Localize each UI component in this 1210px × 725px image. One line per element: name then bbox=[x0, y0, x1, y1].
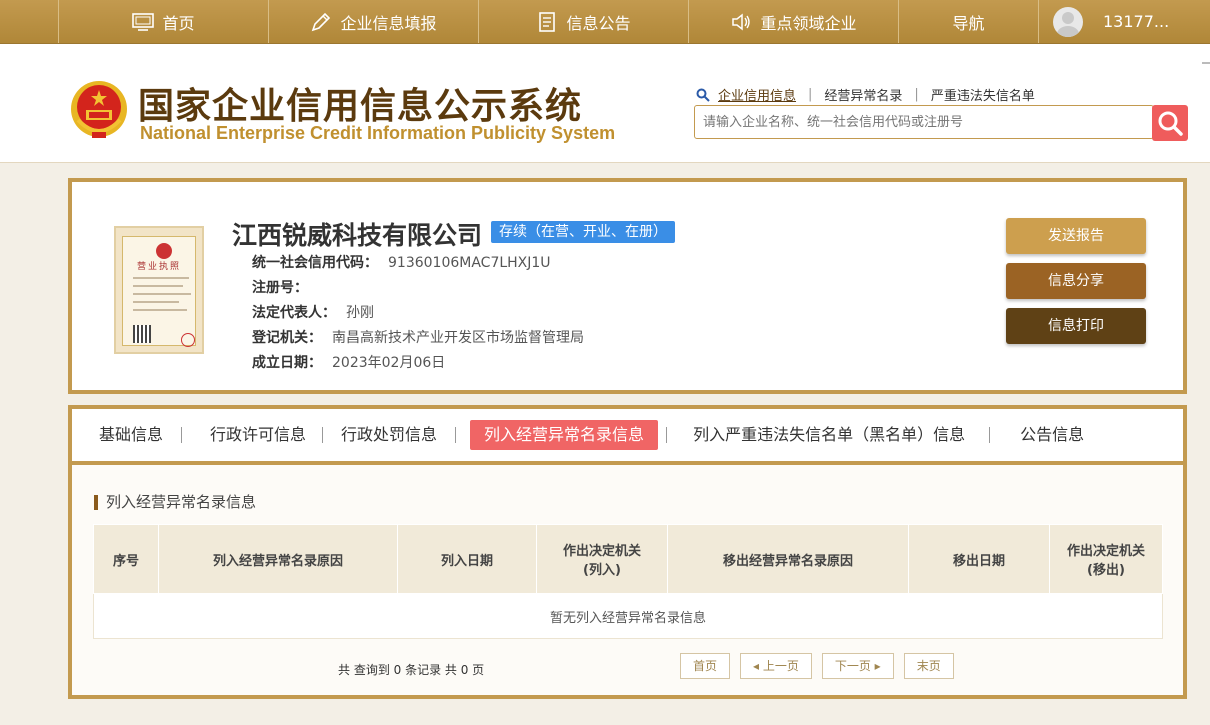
company-fields: 统一社会信用代码： 91360106MAC7LHXJ1U 注册号： 法定代表人：… bbox=[252, 251, 584, 376]
col-remove-date: 移出日期 bbox=[908, 524, 1050, 594]
avatar bbox=[1053, 6, 1083, 37]
user-name: 13177... bbox=[1103, 12, 1170, 31]
link-blacklist[interactable]: 严重违法失信名单 bbox=[931, 85, 1035, 104]
col-list-reason: 列入经营异常名录原因 bbox=[158, 524, 398, 594]
nav-guide-label: 导航 bbox=[952, 13, 985, 33]
license-line bbox=[133, 301, 179, 303]
table-row: 暂无列入经营异常名录信息 bbox=[93, 593, 1163, 639]
field-credit-code: 统一社会信用代码： 91360106MAC7LHXJ1U bbox=[252, 251, 584, 276]
nav-enterprise-fill-label: 企业信息填报 bbox=[340, 13, 437, 33]
col-list-date: 列入日期 bbox=[397, 524, 537, 594]
field-label: 注册号： bbox=[252, 280, 308, 296]
license-line bbox=[133, 277, 189, 279]
top-nav: 首页 企业信息填报 信息公告 重点领域企业 导航 13177... bbox=[0, 0, 1210, 44]
search-icon bbox=[1158, 111, 1183, 136]
field-value: 南昌高新技术产业开发区市场监督管理局 bbox=[332, 330, 584, 346]
tab-divider bbox=[455, 427, 457, 443]
nav-home[interactable]: 首页 bbox=[59, 0, 269, 43]
abnormal-list-table: 序号 列入经营异常名录原因 列入日期 作出决定机关 (列入) 移出经营异常名录原… bbox=[93, 524, 1163, 639]
search-button[interactable] bbox=[1152, 105, 1188, 141]
tab-bar: 基础信息 行政许可信息 行政处罚信息 列入经营异常名录信息 列入严重违法失信名单… bbox=[72, 409, 1183, 465]
tab-basic-info[interactable]: 基础信息 bbox=[85, 420, 177, 450]
nav-key-sectors-label: 重点领域企业 bbox=[760, 13, 857, 33]
document-icon bbox=[536, 11, 558, 33]
site-title-cn: 国家企业信用信息公示系统 bbox=[138, 86, 583, 127]
nav-spacer bbox=[0, 0, 59, 43]
decorative-mark bbox=[1202, 62, 1210, 64]
divider: | bbox=[808, 87, 813, 102]
field-value: 91360106MAC7LHXJ1U bbox=[388, 255, 551, 271]
field-label: 成立日期： bbox=[252, 355, 322, 371]
link-credit-info[interactable]: 企业信用信息 bbox=[718, 85, 796, 104]
seal-icon bbox=[181, 333, 195, 347]
license-line bbox=[133, 309, 187, 311]
col-list-authority: 作出决定机关 (列入) bbox=[536, 524, 668, 594]
field-label: 法定代表人： bbox=[252, 305, 336, 321]
license-frame: 营业执照 bbox=[122, 236, 196, 347]
license-line bbox=[133, 293, 191, 295]
national-emblem-icon bbox=[70, 80, 128, 142]
tab-panel: 列入经营异常名录信息 序号 列入经营异常名录原因 列入日期 作出决定机关 (列入… bbox=[72, 465, 1183, 695]
nav-announcement-label: 信息公告 bbox=[566, 13, 631, 33]
company-card: 营业执照 江西锐威科技有限公司 存续（在营、开业、在册） 统一社会信用代码： 9… bbox=[68, 178, 1187, 394]
tab-announcements[interactable]: 公告信息 bbox=[1006, 420, 1098, 450]
prev-page-button[interactable]: ◂ 上一页 bbox=[740, 653, 812, 679]
field-label: 统一社会信用代码： bbox=[252, 255, 378, 271]
field-value: 2023年02月06日 bbox=[332, 355, 446, 371]
business-license-image[interactable]: 营业执照 bbox=[114, 226, 204, 354]
license-emblem-icon bbox=[156, 243, 172, 259]
user-menu[interactable]: 13177... bbox=[1039, 0, 1169, 43]
first-page-button[interactable]: 首页 bbox=[680, 653, 731, 679]
send-report-button[interactable]: 发送报告 bbox=[1006, 218, 1146, 254]
tab-divider bbox=[989, 427, 991, 443]
speaker-icon bbox=[730, 11, 752, 33]
info-panel: 基础信息 行政许可信息 行政处罚信息 列入经营异常名录信息 列入严重违法失信名单… bbox=[68, 405, 1187, 699]
col-remove-authority: 作出决定机关 (移出) bbox=[1049, 524, 1163, 594]
nav-enterprise-fill[interactable]: 企业信息填报 bbox=[269, 0, 479, 43]
qr-code-icon bbox=[133, 325, 151, 343]
quick-links: 企业信用信息 | 经营异常名录 | 严重违法失信名单 bbox=[696, 85, 1035, 104]
table-header-row: 序号 列入经营异常名录原因 列入日期 作出决定机关 (列入) 移出经营异常名录原… bbox=[93, 524, 1163, 594]
last-page-button[interactable]: 末页 bbox=[903, 653, 954, 679]
search-small-icon bbox=[696, 88, 710, 102]
tab-divider bbox=[322, 427, 324, 443]
field-reg-number: 注册号： bbox=[252, 276, 584, 301]
company-name: 江西锐威科技有限公司 bbox=[232, 221, 483, 250]
field-label: 登记机关： bbox=[252, 330, 322, 346]
nav-home-label: 首页 bbox=[162, 13, 195, 33]
tab-admin-penalty[interactable]: 行政处罚信息 bbox=[327, 420, 451, 450]
field-legal-rep: 法定代表人： 孙刚 bbox=[252, 301, 584, 326]
link-abnormal-list[interactable]: 经营异常名录 bbox=[824, 85, 902, 104]
section-title: 列入经营异常名录信息 bbox=[94, 495, 256, 510]
tab-divider bbox=[666, 427, 668, 443]
pagination: 首页 ◂ 上一页 下一页 ▸ 末页 bbox=[680, 653, 964, 679]
site-title-en: National Enterprise Credit Information P… bbox=[140, 123, 616, 143]
monitor-icon bbox=[132, 11, 155, 33]
field-value: 孙刚 bbox=[346, 305, 374, 321]
empty-message: 暂无列入经营异常名录信息 bbox=[93, 593, 1163, 639]
edit-icon bbox=[310, 11, 332, 33]
site-header: 国家企业信用信息公示系统 National Enterprise Credit … bbox=[0, 44, 1210, 163]
divider: | bbox=[914, 87, 919, 102]
search-input[interactable] bbox=[694, 105, 1154, 139]
page-info: 共 查询到 0 条记录 共 0 页 bbox=[338, 663, 485, 677]
nav-guide[interactable]: 导航 bbox=[899, 0, 1039, 43]
share-info-button[interactable]: 信息分享 bbox=[1006, 263, 1146, 299]
print-info-button[interactable]: 信息打印 bbox=[1006, 308, 1146, 344]
tab-blacklist[interactable]: 列入严重违法失信名单（黑名单）信息 bbox=[679, 420, 979, 450]
next-page-button[interactable]: 下一页 ▸ bbox=[821, 653, 894, 679]
license-title: 营业执照 bbox=[137, 262, 182, 272]
field-reg-authority: 登记机关： 南昌高新技术产业开发区市场监督管理局 bbox=[252, 326, 584, 351]
col-remove-reason: 移出经营异常名录原因 bbox=[667, 524, 909, 594]
field-founded-date: 成立日期： 2023年02月06日 bbox=[252, 351, 584, 376]
tab-admin-license[interactable]: 行政许可信息 bbox=[196, 420, 320, 450]
status-badge: 存续（在营、开业、在册） bbox=[491, 221, 675, 243]
nav-key-sectors[interactable]: 重点领域企业 bbox=[689, 0, 899, 43]
nav-announcement[interactable]: 信息公告 bbox=[479, 0, 689, 43]
tab-abnormal-list[interactable]: 列入经营异常名录信息 bbox=[470, 420, 659, 450]
license-line bbox=[133, 285, 183, 287]
tab-divider bbox=[181, 427, 183, 443]
col-index: 序号 bbox=[93, 524, 159, 594]
